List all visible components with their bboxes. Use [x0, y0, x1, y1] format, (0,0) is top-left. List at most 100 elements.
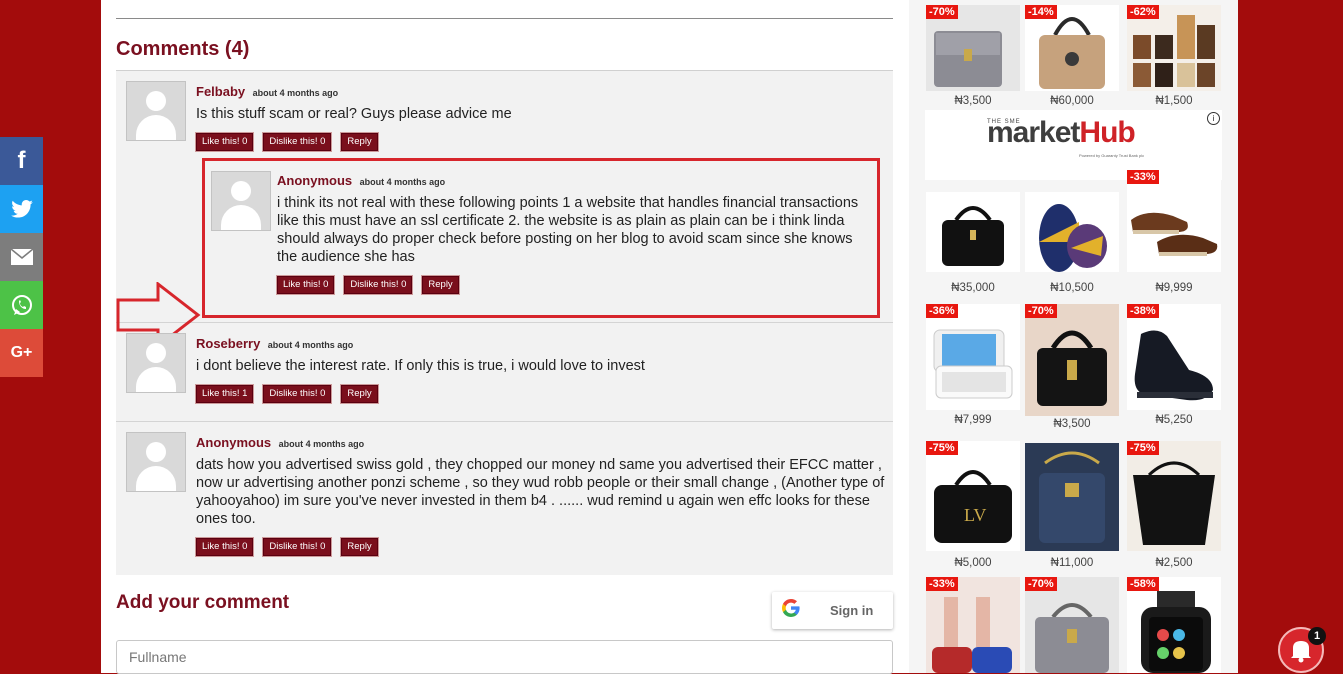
product-price: ₦7,999: [954, 414, 992, 426]
like-button[interactable]: Like this! 1: [194, 384, 255, 404]
fullname-input[interactable]: [116, 640, 893, 674]
divider: [116, 18, 893, 19]
ad-product[interactable]: -70% ₦3,500: [926, 5, 1020, 107]
product-price: ₦60,000: [1050, 95, 1094, 107]
comment-text: Is this stuff scam or real? Guys please …: [196, 106, 512, 122]
ad-product[interactable]: -33% ₦9,999: [1127, 170, 1221, 294]
whatsapp-share-button[interactable]: [0, 281, 43, 329]
product-price: ₦35,000: [951, 282, 995, 294]
email-share-button[interactable]: [0, 233, 43, 281]
avatar: [126, 81, 186, 141]
reply-button[interactable]: Reply: [340, 384, 379, 404]
product-price: ₦3,500: [954, 95, 992, 107]
like-button[interactable]: Like this! 0: [194, 132, 255, 152]
google-plus-icon: G+: [10, 344, 33, 361]
discount-badge: -70%: [1025, 577, 1057, 591]
ad-product[interactable]: ₦11,000: [1025, 443, 1119, 569]
ad-product[interactable]: -62% ₦1,500: [1127, 5, 1221, 107]
avatar: [211, 171, 271, 231]
comment-item: Felbaby about 4 months ago Is this stuff…: [116, 71, 893, 348]
ad-info-icon[interactable]: i: [1207, 112, 1220, 125]
email-icon: [10, 249, 33, 265]
notification-count: 1: [1308, 627, 1326, 645]
comment-time: about 4 months ago: [252, 88, 339, 98]
ad-product[interactable]: -38% ₦5,250: [1127, 304, 1221, 426]
comment-item: Anonymous about 4 months ago dats how yo…: [116, 422, 893, 575]
notification-button[interactable]: 1: [1278, 627, 1326, 673]
loafer-image: [1134, 330, 1213, 401]
comment-author[interactable]: Anonymous: [277, 173, 352, 188]
google-sign-in-button[interactable]: Sign in: [772, 592, 893, 629]
product-price: ₦3,500: [1053, 418, 1091, 430]
dislike-button[interactable]: Dislike this! 0: [262, 537, 333, 557]
ad-product[interactable]: -70%: [1025, 577, 1119, 673]
ad-product[interactable]: -75% ₦2,500: [1127, 441, 1221, 569]
shoes-image: [1131, 212, 1218, 256]
avatar: [126, 432, 186, 492]
reply-button[interactable]: Reply: [421, 275, 460, 295]
handbag-image: LV: [934, 470, 1012, 543]
smartwatch-image: [1141, 591, 1211, 673]
like-button[interactable]: Like this! 0: [275, 275, 336, 295]
dislike-button[interactable]: Dislike this! 0: [262, 384, 333, 404]
dislike-button[interactable]: Dislike this! 0: [343, 275, 414, 295]
discount-badge: -75%: [926, 441, 958, 455]
slippers-image: [932, 597, 1012, 673]
ad-product[interactable]: -58%: [1127, 577, 1221, 673]
ad-product[interactable]: -33%: [926, 577, 1020, 673]
product-price: ₦5,000: [954, 557, 992, 569]
comment-item: Roseberry about 4 months ago i dont beli…: [116, 323, 893, 422]
discount-badge: -70%: [1025, 304, 1057, 318]
product-price: ₦5,250: [1155, 414, 1193, 426]
comment-author[interactable]: Anonymous: [196, 435, 271, 450]
discount-badge: -70%: [926, 5, 958, 19]
ad-product[interactable]: ₦10,500: [1025, 192, 1119, 294]
ad-product[interactable]: -70% ₦3,500: [1025, 304, 1119, 430]
comment-time: about 4 months ago: [267, 340, 354, 350]
comment-author[interactable]: Roseberry: [196, 336, 260, 351]
handbag-image: [1037, 330, 1107, 406]
comment-text: dats how you advertised swiss gold , the…: [196, 457, 885, 527]
discount-badge: -75%: [1127, 441, 1159, 455]
reply-button[interactable]: Reply: [340, 132, 379, 152]
ad-product[interactable]: -14% ₦60,000: [1025, 5, 1119, 107]
comment-text: i think its not real with these followin…: [277, 195, 859, 265]
ads-sidebar: -70% ₦3,500 -14% ₦60,000 -62% ₦1,500 THE…: [909, 0, 1238, 673]
dislike-button[interactable]: Dislike this! 0: [262, 132, 333, 152]
google-plus-share-button[interactable]: G+: [0, 329, 43, 377]
twitter-icon: [10, 200, 33, 218]
sandals-image: [1039, 204, 1107, 272]
comments-title: Comments (4): [116, 38, 250, 60]
comment-text: i dont believe the interest rate. If onl…: [196, 358, 645, 374]
discount-badge: -33%: [926, 577, 958, 591]
banner-powered-by: Powered by Guaranty Trust Bank plc: [1079, 153, 1145, 158]
like-button[interactable]: Like this! 0: [194, 537, 255, 557]
add-comment-title: Add your comment: [116, 592, 290, 613]
main-content: Comments (4) Felbaby about 4 months ago …: [101, 0, 909, 674]
avatar: [126, 333, 186, 393]
discount-badge: -14%: [1025, 5, 1057, 19]
ad-product[interactable]: -75% LV ₦5,000: [926, 441, 1020, 569]
ad-product[interactable]: -36% ₦7,999: [926, 304, 1020, 426]
svg-text:LV: LV: [964, 505, 986, 525]
phone-image: [933, 329, 1013, 399]
reply-button[interactable]: Reply: [340, 537, 379, 557]
handbag-image: [1025, 443, 1119, 551]
product-price: ₦10,500: [1050, 282, 1094, 294]
handbag-image: [942, 206, 1004, 266]
markethub-logo: marketHub: [987, 116, 1136, 149]
discount-badge: -58%: [1127, 577, 1159, 591]
product-price: ₦9,999: [1155, 282, 1193, 294]
ad-product[interactable]: ₦35,000: [926, 192, 1020, 294]
product-price: ₦11,000: [1050, 557, 1094, 569]
handbag-image: [1035, 603, 1109, 673]
sign-in-label: Sign in: [830, 603, 874, 618]
facebook-icon: f: [17, 147, 26, 174]
twitter-share-button[interactable]: [0, 185, 43, 233]
comments-list: Felbaby about 4 months ago Is this stuff…: [116, 70, 893, 575]
discount-badge: -62%: [1127, 5, 1159, 19]
comment-author[interactable]: Felbaby: [196, 84, 245, 99]
social-share-bar: f G+: [0, 137, 43, 377]
whatsapp-icon: [11, 295, 32, 315]
facebook-share-button[interactable]: f: [0, 137, 43, 185]
